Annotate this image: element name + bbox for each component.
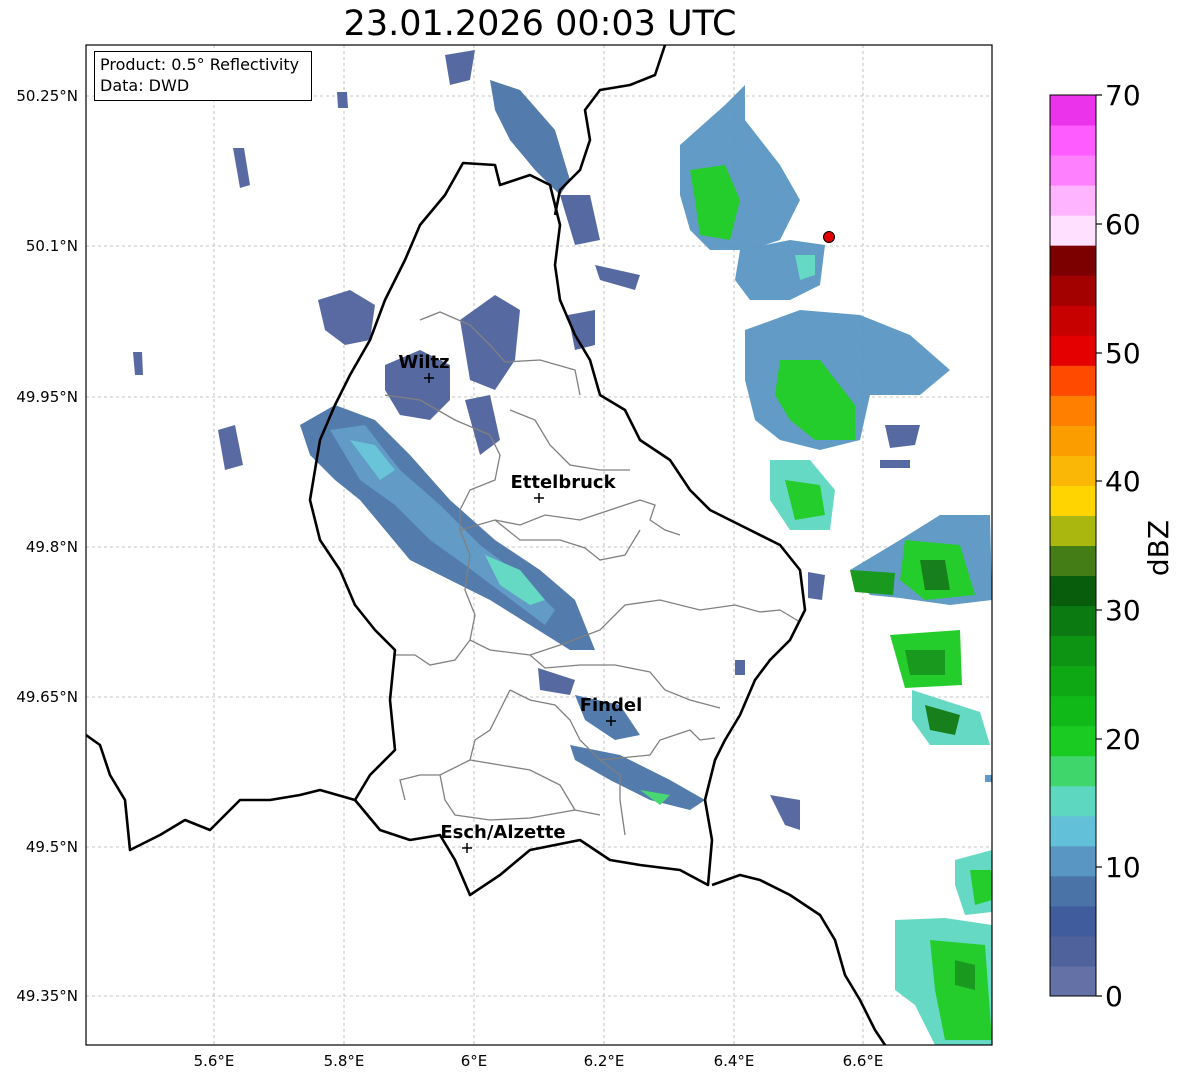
colorbar-segment (1050, 605, 1096, 637)
colorbar-tick: 70 (1105, 79, 1141, 112)
colorbar-tick: 60 (1105, 208, 1141, 241)
lon-tick: 6.4°E (714, 1052, 755, 1070)
colorbar-segment (1050, 815, 1096, 847)
lon-axis: 5.6°E 5.8°E 6°E 6.2°E 6.4°E 6.6°E (194, 1052, 884, 1070)
data-source-label: Data: DWD (100, 76, 190, 95)
colorbar-segment (1050, 515, 1096, 546)
colorbar-segment (1050, 905, 1096, 937)
echo-east-se-deep (920, 560, 950, 590)
lat-axis: 50.25°N 50.1°N 49.95°N 49.8°N 49.65°N 49… (16, 87, 78, 1005)
echo-small-e1 (885, 425, 920, 448)
colorbar-segment (1050, 695, 1096, 727)
lat-tick: 49.35°N (16, 987, 78, 1005)
colorbar-segment (1050, 845, 1096, 877)
lon-tick: 6.2°E (584, 1052, 625, 1070)
colorbar-segment (1050, 755, 1096, 787)
echo-se-bottom-deep (955, 960, 975, 990)
colorbar-segment (1050, 305, 1096, 336)
colorbar-tick: 50 (1105, 337, 1141, 370)
colorbar-label: dBZ (1142, 520, 1175, 576)
city-label-ettelbruck: Ettelbruck (510, 472, 616, 493)
lat-tick: 49.8°N (26, 538, 78, 556)
echo-east-se-2 (850, 570, 895, 595)
colorbar-segment (1050, 935, 1096, 967)
colorbar-segment (1050, 185, 1096, 216)
colorbar-tick: 10 (1105, 851, 1141, 884)
colorbar-segment (1050, 575, 1096, 607)
lat-tick: 50.1°N (26, 237, 78, 255)
colorbar-tick: 30 (1105, 594, 1141, 627)
colorbar-segment (1050, 275, 1096, 306)
colorbar-segment (1050, 785, 1096, 817)
echo-small-e5 (808, 572, 825, 600)
colorbar-segment (1050, 395, 1096, 426)
location-marker (823, 231, 835, 243)
colorbar-segment (1050, 485, 1096, 516)
colorbar-segment (1050, 965, 1096, 997)
colorbar-segment (1050, 125, 1096, 156)
colorbar-segment (1050, 365, 1096, 396)
colorbar-segment (1050, 425, 1096, 456)
colorbar-segment (1050, 725, 1096, 757)
colorbar-segment (1050, 545, 1096, 577)
echo-small-se (985, 775, 992, 782)
radar-map: Wiltz Ettelbruck Findel Esch/Alzette 50.… (16, 44, 1175, 1070)
city-label-findel: Findel (580, 695, 643, 716)
colorbar-segment (1050, 455, 1096, 486)
colorbar-segment (1050, 665, 1096, 697)
colorbar-segment (1050, 245, 1096, 276)
colorbar-segment (1050, 95, 1096, 126)
echo-small-n2 (337, 92, 348, 108)
colorbar-tick: 20 (1105, 723, 1141, 756)
lon-tick: 6°E (461, 1052, 488, 1070)
colorbar-segment (1050, 215, 1096, 246)
colorbar-ticks: 0 10 20 30 40 50 60 70 (1096, 79, 1141, 1013)
city-label-wiltz: Wiltz (398, 352, 449, 373)
product-label: Product: 0.5° Reflectivity (100, 55, 300, 74)
colorbar-segment (1050, 335, 1096, 366)
colorbar (1050, 95, 1096, 997)
city-label-esch-alzette: Esch/Alzette (440, 822, 565, 843)
lon-tick: 6.6°E (843, 1052, 884, 1070)
lat-tick: 50.25°N (16, 87, 78, 105)
lon-tick: 5.8°E (324, 1052, 365, 1070)
info-box: Product: 0.5° Reflectivity Data: DWD (94, 51, 312, 101)
lon-tick: 5.6°E (194, 1052, 235, 1070)
colorbar-segment (1050, 155, 1096, 186)
echo-small-e2 (880, 460, 910, 468)
colorbar-segment (1050, 635, 1096, 667)
echo-east-se-3-deep (905, 650, 945, 675)
echo-small-e3 (735, 660, 745, 675)
lat-tick: 49.95°N (16, 388, 78, 406)
colorbar-tick: 40 (1105, 465, 1141, 498)
colorbar-tick: 0 (1105, 980, 1123, 1013)
plot-area (86, 45, 992, 1045)
lat-tick: 49.65°N (16, 688, 78, 706)
lat-tick: 49.5°N (26, 838, 78, 856)
colorbar-segment (1050, 875, 1096, 907)
